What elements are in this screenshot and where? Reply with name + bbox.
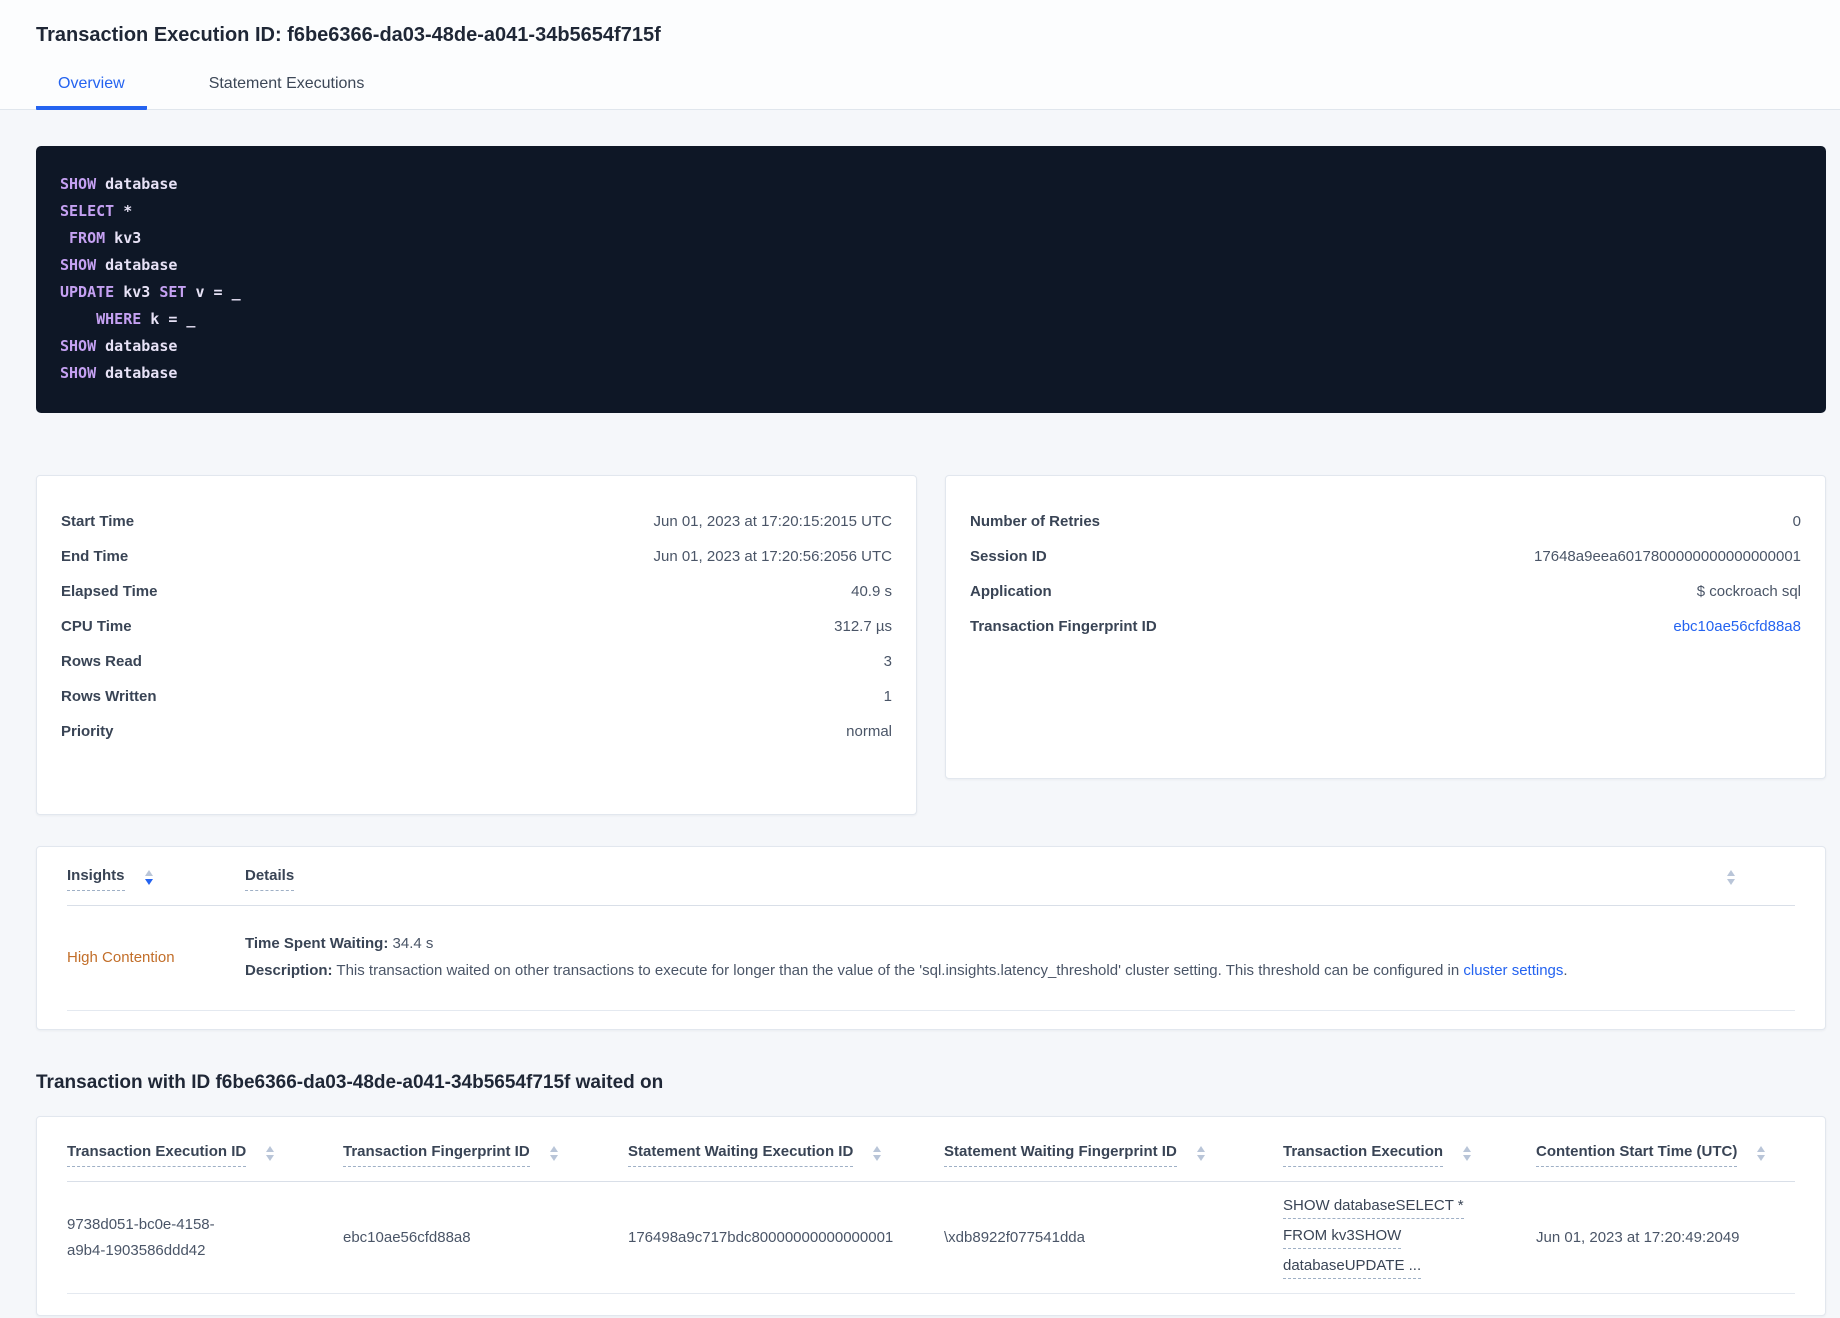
tab-bar: Overview Statement Executions <box>36 75 1804 110</box>
kv-value: 312.7 µs <box>834 618 892 635</box>
column-header-statement-waiting-execution-id[interactable]: Statement Waiting Execution ID <box>628 1143 944 1181</box>
column-header-contention-start-time[interactable]: Contention Start Time (UTC) <box>1536 1143 1795 1181</box>
sort-icon <box>549 1146 558 1161</box>
insights-table-header: Insights Details <box>67 847 1795 906</box>
kv-value: 3 <box>883 653 892 670</box>
description-label: Description: <box>245 962 333 979</box>
column-header-transaction-execution-id[interactable]: Transaction Execution ID <box>67 1143 343 1181</box>
transaction-execution-statement-link[interactable]: SHOW databaseSELECT * FROM kv3SHOW datab… <box>1283 1190 1536 1285</box>
time-spent-waiting-value: 34.4 s <box>392 935 434 952</box>
description-period: . <box>1563 962 1568 979</box>
sql-statements-code: SHOW database SELECT * FROM kv3 SHOW datab… <box>36 146 1826 413</box>
insights-row: High Contention Time Spent Waiting: 34.4… <box>67 906 1795 1011</box>
kv-value: 40.9 s <box>851 583 892 600</box>
sort-icon <box>1757 1146 1766 1161</box>
kv-label: Session ID <box>970 548 1047 565</box>
sort-icon <box>1196 1146 1205 1161</box>
kv-label: Rows Read <box>61 653 142 670</box>
column-header-label: Transaction Fingerprint ID <box>343 1143 530 1167</box>
kv-value: 0 <box>1792 513 1801 530</box>
cell-contention-start-time: Jun 01, 2023 at 17:20:49:2049 <box>1536 1228 1740 1246</box>
kv-row-transaction-fingerprint-id: Transaction Fingerprint ID ebc10ae56cfd8… <box>970 609 1801 644</box>
column-header-statement-waiting-fingerprint-id[interactable]: Statement Waiting Fingerprint ID <box>944 1143 1283 1181</box>
session-details-card: Number of Retries 0 Session ID 17648a9ee… <box>945 475 1826 779</box>
sort-icon <box>144 870 153 885</box>
column-header-extra-sort[interactable] <box>1727 867 1795 899</box>
cluster-settings-link[interactable]: cluster settings <box>1463 962 1563 979</box>
cell-transaction-fingerprint-id: ebc10ae56cfd88a8 <box>343 1228 471 1246</box>
column-header-label: Insights <box>67 867 125 891</box>
kv-label: Rows Written <box>61 688 157 705</box>
kv-row-end-time: End Time Jun 01, 2023 at 17:20:56:2056 U… <box>61 539 892 574</box>
tab-statement-executions[interactable]: Statement Executions <box>187 75 387 110</box>
sort-icon <box>1727 870 1735 885</box>
kv-value: 1 <box>883 688 892 705</box>
kv-label: Elapsed Time <box>61 583 158 600</box>
column-header-label: Statement Waiting Fingerprint ID <box>944 1143 1177 1167</box>
time-spent-waiting-label: Time Spent Waiting: <box>245 935 389 952</box>
description-text: This transaction waited on other transac… <box>336 962 1464 979</box>
kv-value: $ cockroach sql <box>1696 583 1801 600</box>
kv-row-session-id: Session ID 17648a9eea6017800000000000000… <box>970 539 1801 574</box>
insight-details: Time Spent Waiting: 34.4 s Description: … <box>245 930 1795 984</box>
insight-description: Description: This transaction waited on … <box>245 957 1795 984</box>
column-header-label: Transaction Execution <box>1283 1143 1444 1167</box>
kv-row-elapsed-time: Elapsed Time 40.9 s <box>61 574 892 609</box>
insight-type-label: High Contention <box>67 948 175 966</box>
kv-row-start-time: Start Time Jun 01, 2023 at 17:20:15:2015… <box>61 504 892 539</box>
summary-cards-row: Start Time Jun 01, 2023 at 17:20:15:2015… <box>36 475 1826 815</box>
kv-row-rows-written: Rows Written 1 <box>61 679 892 714</box>
cell-statement-waiting-fingerprint-id: \xdb8922f077541dda <box>944 1228 1085 1246</box>
column-header-label: Details <box>245 867 295 891</box>
statement-line: FROM kv3SHOW <box>1283 1225 1402 1249</box>
kv-row-retries: Number of Retries 0 <box>970 504 1801 539</box>
column-header-insights[interactable]: Insights <box>67 867 245 905</box>
sort-icon <box>873 1146 882 1161</box>
kv-label: Number of Retries <box>970 513 1101 530</box>
column-header-transaction-fingerprint-id[interactable]: Transaction Fingerprint ID <box>343 1143 628 1181</box>
waited-on-heading: Transaction with ID f6be6366-da03-48de-a… <box>36 1072 664 1093</box>
kv-value: normal <box>846 723 892 740</box>
execution-details-card: Start Time Jun 01, 2023 at 17:20:15:2015… <box>36 475 917 815</box>
column-header-label: Transaction Execution ID <box>67 1143 247 1167</box>
transaction-fingerprint-link[interactable]: ebc10ae56cfd88a8 <box>1673 618 1801 635</box>
insights-card: Insights Details High Contention Time Sp… <box>36 846 1826 1030</box>
kv-label: Start Time <box>61 513 135 530</box>
kv-value: Jun 01, 2023 at 17:20:56:2056 UTC <box>653 548 892 565</box>
cell-transaction-execution-id: 9738d051-bc0e-4158-a9b4-1903586ddd42 <box>67 1215 215 1259</box>
kv-value: Jun 01, 2023 at 17:20:15:2015 UTC <box>653 513 892 530</box>
page-content: SHOW database SELECT * FROM kv3 SHOW datab… <box>0 146 1840 1316</box>
kv-row-application: Application $ cockroach sql <box>970 574 1801 609</box>
column-header-label: Contention Start Time (UTC) <box>1536 1143 1738 1167</box>
cell-statement-waiting-execution-id: 176498a9c717bdc80000000000000001 <box>628 1228 894 1246</box>
table-row: 9738d051-bc0e-4158-a9b4-1903586ddd42 ebc… <box>67 1182 1795 1294</box>
waited-on-table-header: Transaction Execution ID Transaction Fin… <box>67 1117 1795 1182</box>
kv-row-cpu-time: CPU Time 312.7 µs <box>61 609 892 644</box>
kv-label: Transaction Fingerprint ID <box>970 618 1157 635</box>
column-header-details[interactable]: Details <box>245 867 1727 905</box>
kv-label: Application <box>970 583 1052 600</box>
kv-label: Priority <box>61 723 114 740</box>
kv-label: End Time <box>61 548 129 565</box>
waited-on-table-card: Transaction Execution ID Transaction Fin… <box>36 1116 1826 1316</box>
page-title: Transaction Execution ID: f6be6366-da03-… <box>36 24 661 46</box>
page-header: Transaction Execution ID: f6be6366-da03-… <box>0 0 1840 110</box>
kv-value: 17648a9eea6017800000000000000001 <box>1534 548 1801 565</box>
kv-row-priority: Priority normal <box>61 714 892 749</box>
kv-label: CPU Time <box>61 618 132 635</box>
tab-overview[interactable]: Overview <box>36 75 147 110</box>
column-header-label: Statement Waiting Execution ID <box>628 1143 854 1167</box>
sort-icon <box>1463 1146 1472 1161</box>
kv-row-rows-read: Rows Read 3 <box>61 644 892 679</box>
statement-line: SHOW databaseSELECT * <box>1283 1195 1464 1219</box>
column-header-transaction-execution[interactable]: Transaction Execution <box>1283 1143 1536 1181</box>
statement-line: databaseUPDATE ... <box>1283 1255 1422 1279</box>
insight-time-spent-waiting: Time Spent Waiting: 34.4 s <box>245 930 1795 957</box>
sort-icon <box>266 1146 275 1161</box>
